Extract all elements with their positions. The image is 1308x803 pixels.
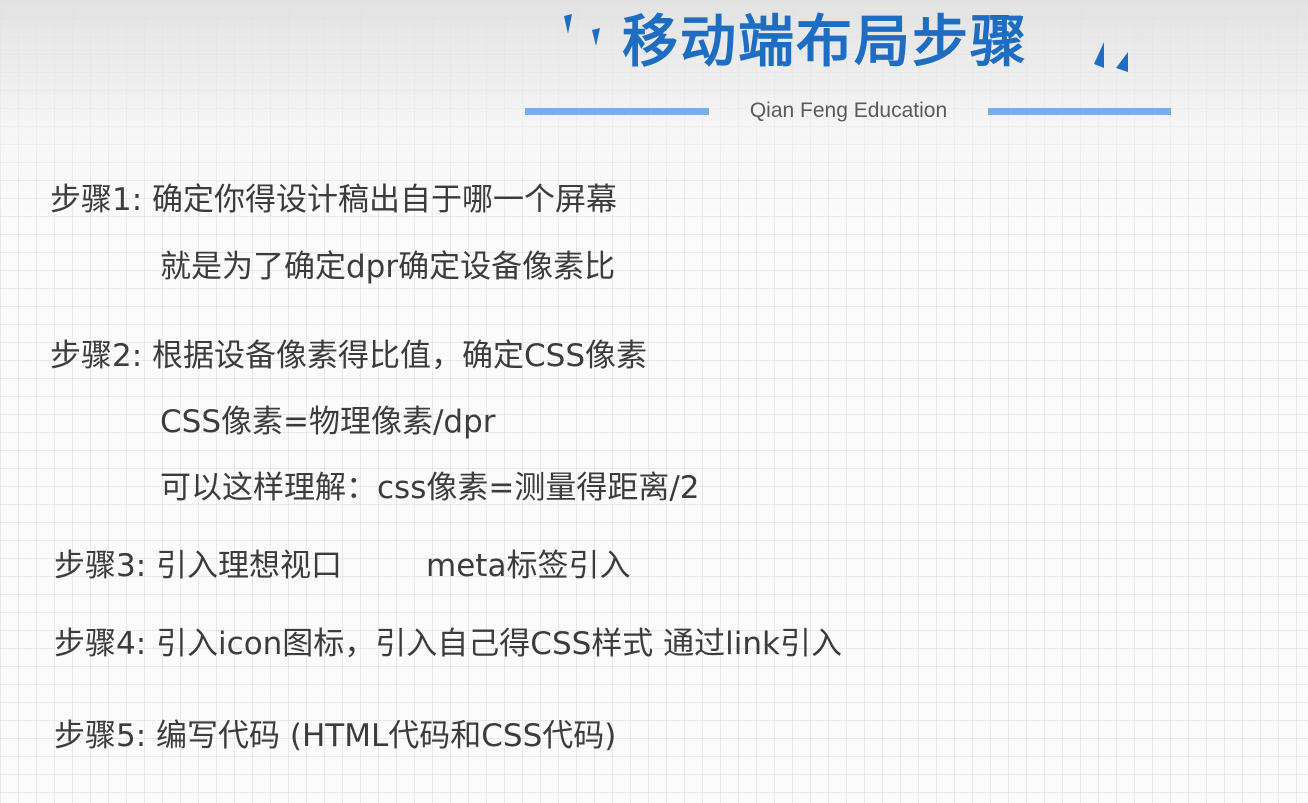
- step-3: 步骤3: 引入理想视口 meta标签引入: [54, 546, 630, 586]
- step-1-label: 步骤1:: [50, 182, 143, 218]
- step-3-text: 引入理想视口: [156, 548, 343, 584]
- header-divider-left: [525, 108, 709, 115]
- step-1-note-1: 就是为了确定dpr确定设备像素比: [160, 249, 616, 285]
- step-2-note-1: CSS像素=物理像素/dpr: [160, 404, 496, 440]
- step-5: 步骤5: 编写代码 (HTML代码和CSS代码): [54, 716, 616, 756]
- step-2-text: 根据设备像素得比值，确定CSS像素: [152, 338, 648, 374]
- step-4-label: 步骤4:: [54, 626, 147, 662]
- step-3-extra: meta标签引入: [426, 548, 631, 584]
- header-subtitle: Qian Feng Education: [749, 99, 948, 122]
- step-3-label: 步骤3:: [54, 548, 147, 584]
- page-title: 移动端布局步骤: [622, 10, 1028, 75]
- step-2: 步骤2: 根据设备像素得比值，确定CSS像素: [50, 336, 647, 376]
- step-1-text: 确定你得设计稿出自于哪一个屏幕: [152, 182, 618, 218]
- step-5-text: 编写代码 (HTML代码和CSS代码): [156, 718, 617, 754]
- step-1: 步骤1: 确定你得设计稿出自于哪一个屏幕: [50, 180, 617, 220]
- quote-mark-left-icon: [564, 14, 600, 46]
- step-2-note-2: 可以这样理解：css像素=测量得距离/2: [160, 470, 700, 506]
- slide: 移动端布局步骤 Qian Feng Education 步骤1: 确定你得设计稿…: [0, 0, 1308, 803]
- step-4: 步骤4: 引入icon图标，引入自己得CSS样式 通过link引入: [54, 624, 842, 664]
- header-divider-right: [988, 108, 1171, 115]
- quote-mark-right-icon: [1094, 42, 1128, 72]
- step-2-label: 步骤2:: [50, 338, 143, 374]
- step-5-label: 步骤5:: [54, 718, 147, 754]
- step-4-text: 引入icon图标，引入自己得CSS样式 通过link引入: [156, 626, 842, 662]
